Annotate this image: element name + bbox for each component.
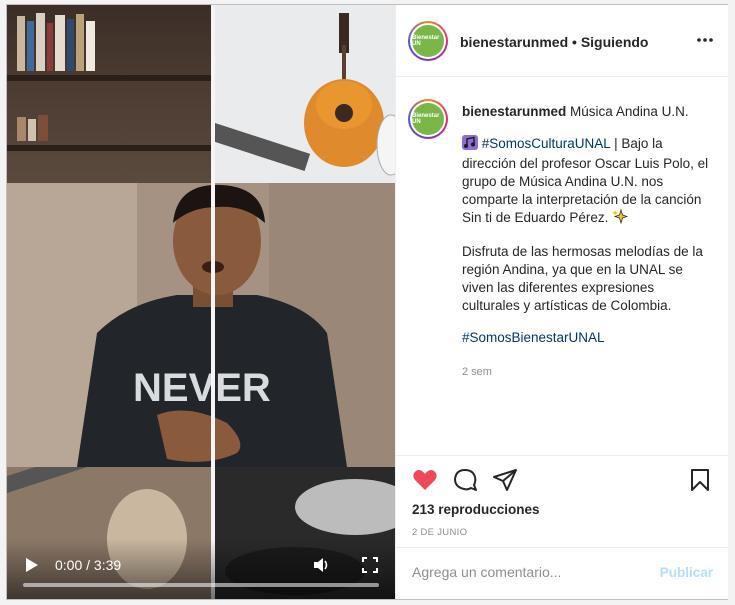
- heart-icon[interactable]: [412, 468, 438, 492]
- post-date: 2 DE JUNIO: [412, 527, 468, 538]
- post-age[interactable]: 2 sem: [462, 363, 712, 381]
- fullscreen-icon[interactable]: [362, 557, 378, 573]
- caption-username[interactable]: bienestarunmed: [462, 104, 566, 119]
- shirt-text: NEVER: [133, 366, 271, 410]
- play-icon[interactable]: [25, 557, 39, 573]
- more-icon[interactable]: [695, 32, 715, 48]
- caption-paragraph-2: Disfruta de las hermosas melodías de la …: [462, 244, 703, 313]
- avatar[interactable]: Bienestar UN: [408, 21, 448, 61]
- video-divider: [211, 5, 215, 599]
- share-icon[interactable]: [492, 468, 518, 492]
- caption-title: Música Andina U.N.: [570, 104, 689, 119]
- caption-paragraph-1: #SomosCulturaUNAL | Bajo la dirección de…: [462, 135, 712, 229]
- comment-icon[interactable]: [452, 468, 478, 492]
- post-header: Bienestar UN bienestarunmed • Siguiendo: [396, 5, 729, 77]
- video-progress-bar[interactable]: [23, 583, 379, 587]
- hashtag-link[interactable]: #SomosCulturaUNAL: [482, 136, 611, 151]
- publish-button[interactable]: Publicar: [660, 565, 713, 580]
- caption-section: Bienestar UN bienestarunmed Música Andin…: [396, 77, 729, 455]
- video-time: 0:00 / 3:39: [55, 557, 122, 573]
- video-tile-guitar: [209, 5, 395, 183]
- header-username[interactable]: bienestarunmed • Siguiendo: [460, 34, 648, 50]
- add-comment-bar: Publicar: [396, 547, 729, 599]
- view-count[interactable]: 213 reproducciones: [412, 502, 540, 517]
- post-actions: 213 reproducciones 2 DE JUNIO: [396, 455, 729, 547]
- post-panel: Bienestar UN bienestarunmed • Siguiendo …: [395, 5, 729, 599]
- post-modal: NEVER 0:00 / 3:39 Bienestar UN bienestar…: [6, 4, 729, 600]
- comment-input[interactable]: [412, 564, 652, 580]
- hashtag-link-2[interactable]: #SomosBienestarUNAL: [462, 329, 712, 347]
- avatar-logo: Bienestar UN: [412, 25, 444, 57]
- caption-text: bienestarunmed Música Andina U.N. #Somos…: [462, 103, 712, 381]
- caption-avatar[interactable]: Bienestar UN: [408, 99, 448, 139]
- sparkle-emoji-icon: [612, 208, 629, 229]
- bookmark-icon[interactable]: [689, 468, 715, 492]
- follow-status[interactable]: • Siguiendo: [572, 34, 648, 50]
- video-player[interactable]: NEVER 0:00 / 3:39: [7, 5, 395, 599]
- avatar-logo: Bienestar UN: [412, 103, 444, 135]
- volume-icon[interactable]: [312, 556, 330, 574]
- video-controls: 0:00 / 3:39: [7, 539, 395, 599]
- video-tile-bookshelf: [7, 5, 211, 183]
- music-emoji-icon: [462, 135, 478, 155]
- username-link[interactable]: bienestarunmed: [460, 34, 568, 50]
- video-tile-singer: NEVER: [7, 183, 395, 467]
